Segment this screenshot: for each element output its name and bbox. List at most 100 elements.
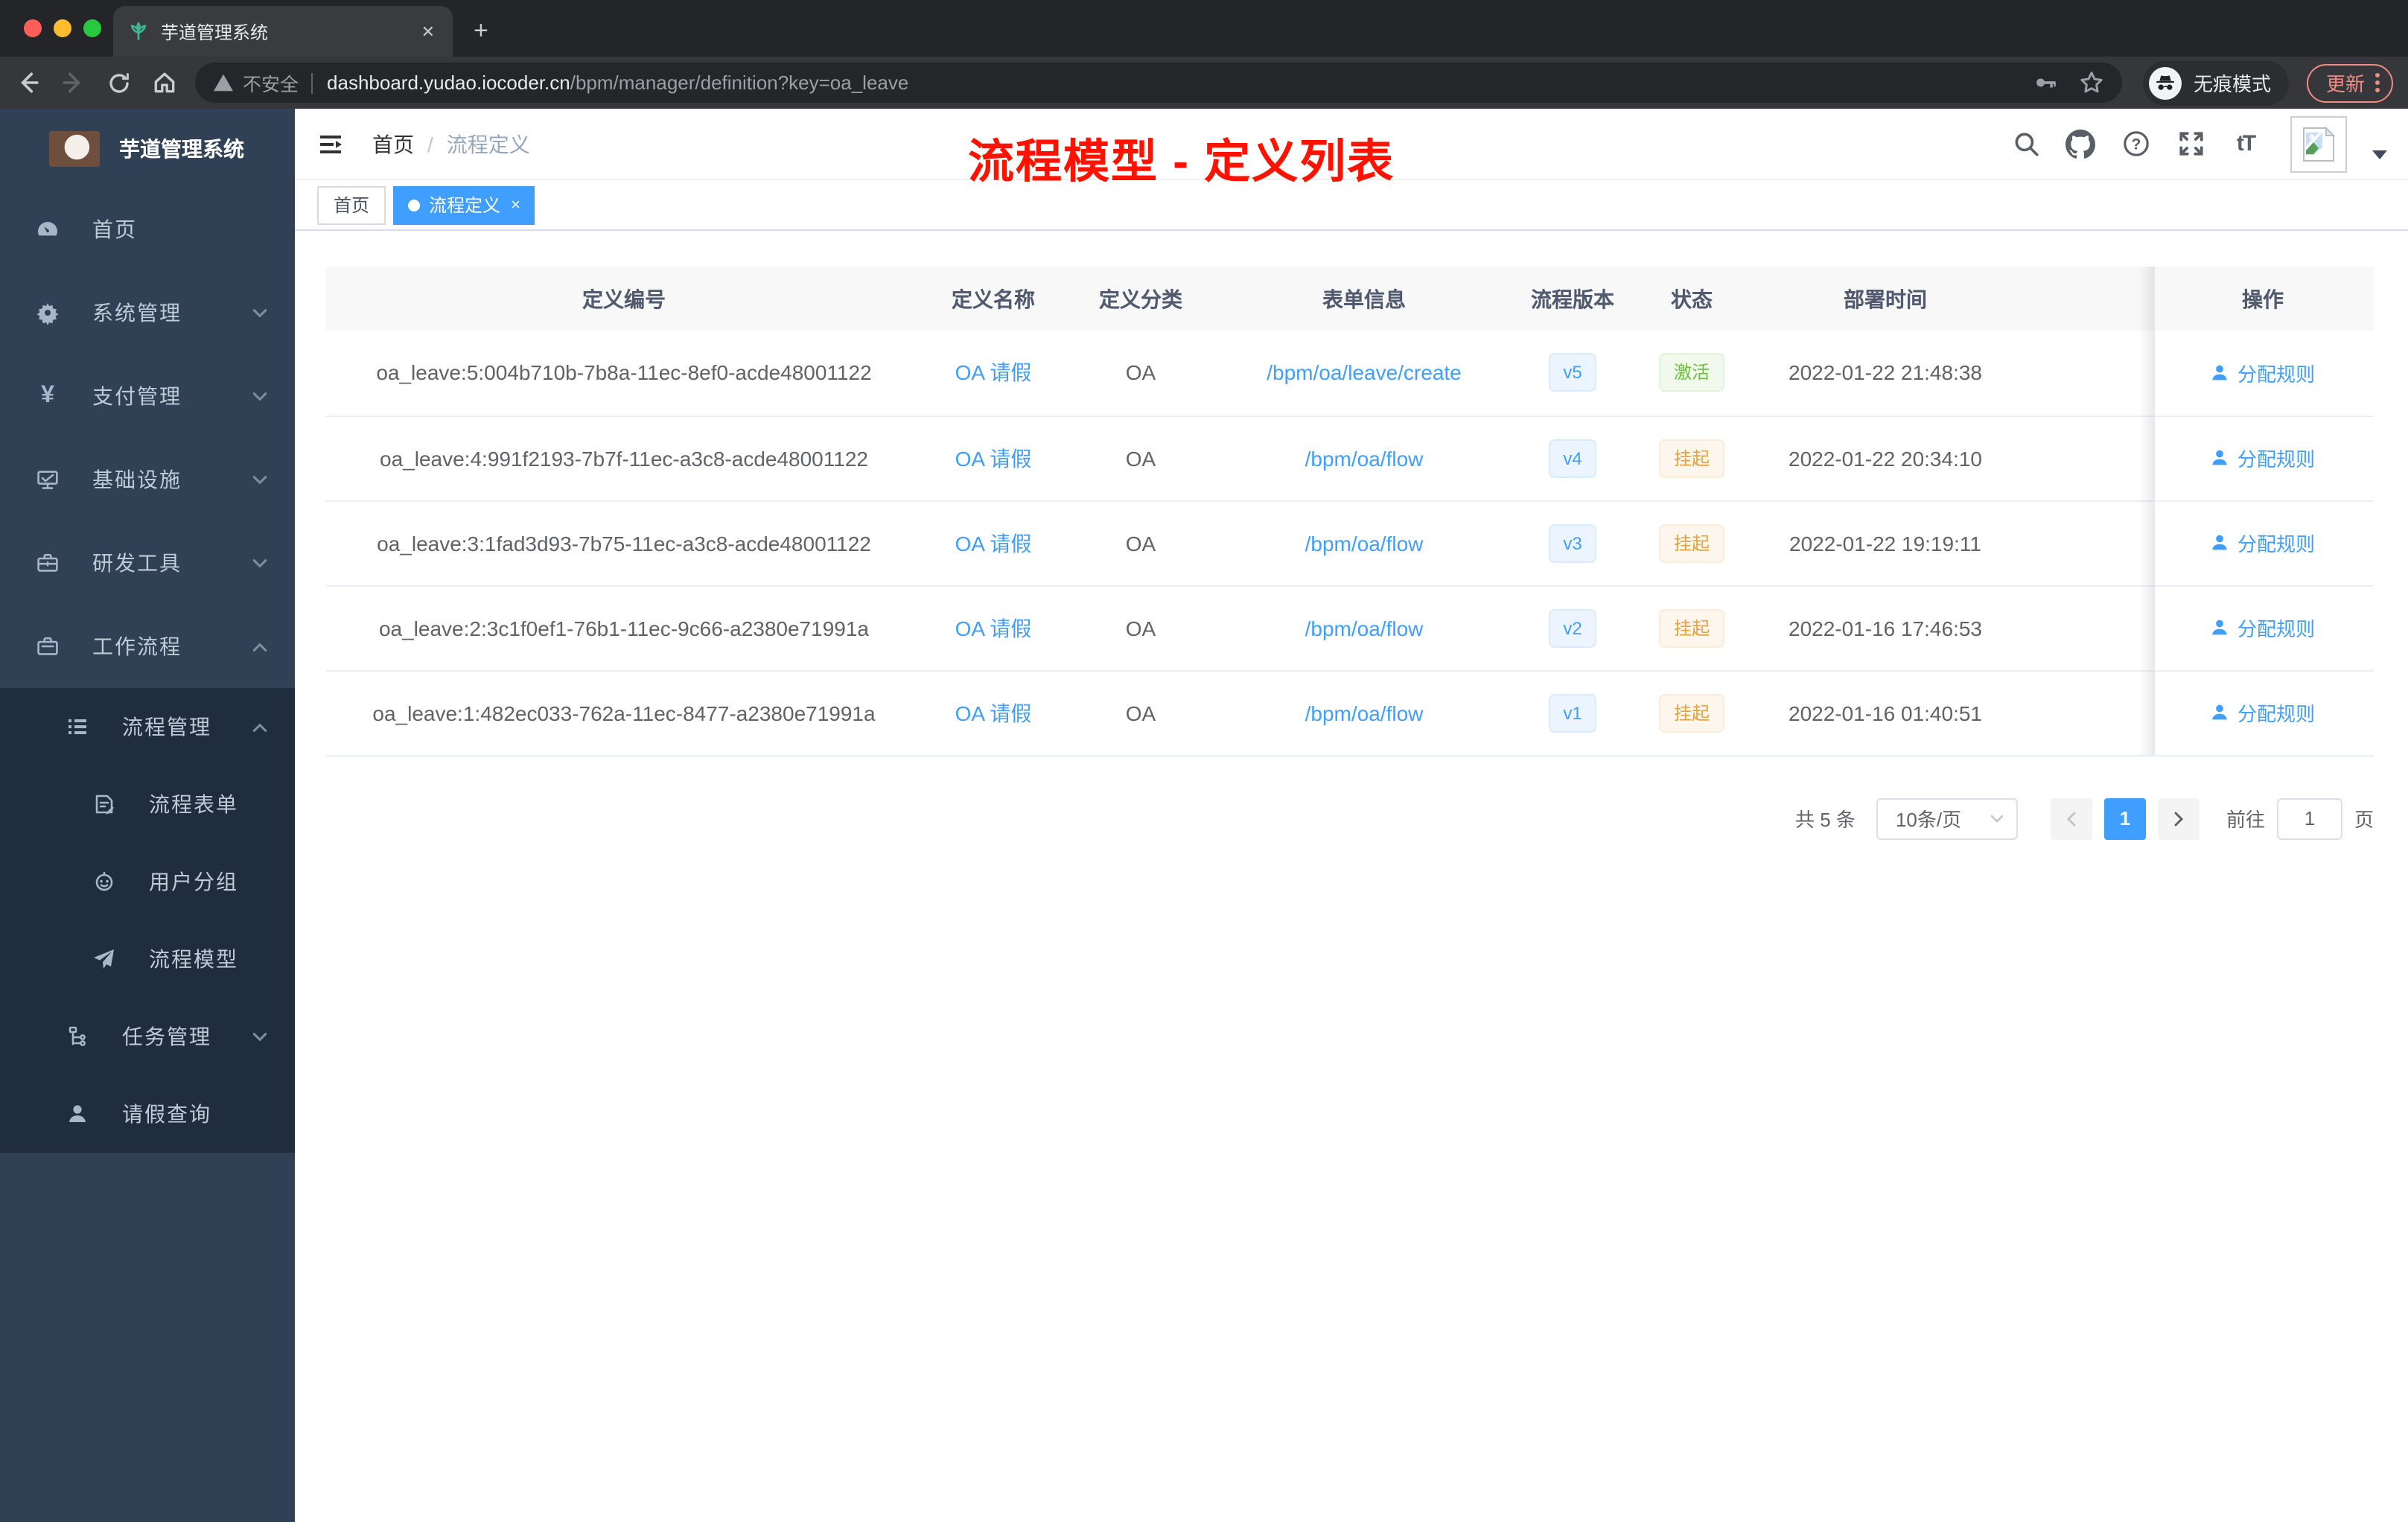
definition-id: oa_leave:1:482ec033-762a-11ec-8477-a2380… [326,670,922,756]
form-link[interactable]: /bpm/oa/flow [1305,531,1424,555]
assign-rule-link[interactable]: 分配规则 [2211,698,2315,727]
sidebar-item-system[interactable]: 系统管理 [0,271,295,354]
definition-name-link[interactable]: OA 请假 [955,531,1032,555]
deploy-time: 2022-01-16 17:46:53 [1750,585,2021,671]
definition-category: OA [1065,500,1217,586]
favicon-plant-icon [128,21,149,42]
fixed-column-divider [2153,267,2155,755]
bookmark-star-icon[interactable] [2079,70,2104,95]
toolbox-icon [36,551,60,575]
help-icon[interactable]: ? [2116,124,2155,163]
back-icon[interactable] [15,70,40,95]
column-header: 定义分类 [1065,267,1217,331]
robot-face-icon [92,870,116,894]
goto-page-input[interactable] [2276,797,2342,839]
zoom-window-button[interactable] [83,19,101,37]
page-size-select[interactable]: 10条/页 [1876,797,2018,839]
fullscreen-icon[interactable] [2171,124,2210,163]
definition-name-link[interactable]: OA 请假 [955,446,1032,470]
page-content: 定义编号 定义名称 定义分类 表单信息 流程版本 状态 部署时间 操作 oa_l… [295,231,2408,1522]
sidebar-item-leave-query[interactable]: 请假查询 [0,1075,295,1153]
assign-rule-link[interactable]: 分配规则 [2211,529,2315,557]
monitor-icon [36,468,60,491]
user-avatar[interactable] [2290,115,2347,172]
assign-rule-link[interactable]: 分配规则 [2211,359,2315,387]
sidebar-item-devtools[interactable]: 研发工具 [0,521,295,605]
tag-process-definition[interactable]: 流程定义 × [393,185,535,224]
user-icon [2213,535,2228,550]
sidebar-collapse-icon[interactable] [295,109,369,179]
new-tab-button[interactable]: + [474,16,488,46]
security-warning-icon[interactable] [213,73,234,92]
next-page-button[interactable] [2157,797,2200,839]
url-host: dashboard.yudao.iocoder.cn [327,71,570,94]
deploy-time: 2022-01-22 21:48:38 [1750,331,2021,416]
minimize-window-button[interactable] [54,19,71,37]
sidebar-item-workflow[interactable]: 工作流程 [0,605,295,688]
sidebar-item-label: 工作流程 [92,634,182,658]
sidebar-item-process-management[interactable]: 流程管理 [0,688,295,765]
home-icon[interactable] [152,70,177,95]
kebab-menu-icon[interactable] [2375,73,2380,92]
deploy-time: 2022-01-22 19:19:11 [1750,500,2021,586]
form-link[interactable]: /bpm/oa/flow [1305,701,1424,725]
form-link[interactable]: /bpm/oa/flow [1305,446,1424,470]
url-text[interactable]: dashboard.yudao.iocoder.cn/bpm/manager/d… [327,71,2033,94]
tag-close-icon[interactable]: × [511,196,520,214]
app-logo-row[interactable]: 芋道管理系统 [0,109,295,188]
breadcrumb-current: 流程定义 [446,132,530,156]
password-key-icon[interactable] [2033,70,2058,95]
table-row: oa_leave:4:991f2193-7b7f-11ec-a3c8-acde4… [326,415,2374,501]
browser-chrome: 芋道管理系统 ✕ + 不安全 dashboard.yudao.iocoder.c… [0,0,2408,109]
security-warning-label[interactable]: 不安全 [243,69,299,97]
spacer-cell [2021,500,2152,586]
definition-name-link[interactable]: OA 请假 [955,616,1032,640]
chrome-update-button[interactable]: 更新 [2306,63,2393,102]
sidebar-item-task-management[interactable]: 任务管理 [0,998,295,1075]
sidebar-item-label: 任务管理 [122,1025,211,1048]
column-header: 状态 [1634,267,1750,331]
status-badge: 挂起 [1658,608,1724,647]
assign-rule-link[interactable]: 分配规则 [2211,444,2315,472]
fixed-column-shadow [2138,267,2153,755]
close-window-button[interactable] [24,19,42,37]
form-link[interactable]: /bpm/oa/leave/create [1267,361,1462,385]
forward-icon[interactable] [61,70,86,95]
page-number-button[interactable]: 1 [2103,797,2146,839]
definition-table: 定义编号 定义名称 定义分类 表单信息 流程版本 状态 部署时间 操作 oa_l… [326,267,2374,756]
definition-id: oa_leave:4:991f2193-7b7f-11ec-a3c8-acde4… [326,415,922,501]
reload-icon[interactable] [107,71,131,95]
tab-strip: 芋道管理系统 ✕ + [0,0,2408,57]
sidebar-item-payment[interactable]: ¥ 支付管理 [0,354,295,438]
sidebar-item-home[interactable]: 首页 [0,188,295,271]
sidebar-item-process-form[interactable]: 流程表单 [0,765,295,843]
sidebar-item-user-group[interactable]: 用户分组 [0,843,295,920]
form-link[interactable]: /bpm/oa/flow [1305,616,1424,640]
document-edit-icon [92,792,116,816]
tab-close-icon[interactable]: ✕ [418,22,438,41]
sidebar-item-label: 流程表单 [149,792,238,816]
tag-label: 流程定义 [429,195,501,216]
sidebar-item-process-model[interactable]: 流程模型 [0,920,295,998]
address-bar[interactable]: 不安全 dashboard.yudao.iocoder.cn/bpm/manag… [195,63,2122,103]
status-badge: 挂起 [1658,693,1724,732]
breadcrumb-home[interactable]: 首页 [372,129,414,159]
sidebar-item-label: 流程模型 [149,947,238,971]
prev-page-button[interactable] [2050,797,2092,839]
tag-home[interactable]: 首页 [317,185,386,224]
search-icon[interactable] [2006,124,2045,163]
avatar-dropdown-caret[interactable] [2372,150,2387,159]
column-header: 定义编号 [326,267,922,331]
assign-rule-link[interactable]: 分配规则 [2211,614,2315,642]
sidebar-item-infrastructure[interactable]: 基础设施 [0,438,295,521]
user-icon [2213,704,2228,720]
definition-name-link[interactable]: OA 请假 [955,701,1032,725]
sidebar-item-label: 系统管理 [92,301,182,325]
font-size-icon[interactable]: tT [2226,124,2265,163]
definition-category: OA [1065,331,1217,416]
browser-tab[interactable]: 芋道管理系统 ✕ [113,6,453,57]
definition-name-link[interactable]: OA 请假 [955,361,1032,385]
window-controls[interactable] [24,19,101,37]
chevron-down-icon [252,555,268,572]
github-icon[interactable] [2061,124,2100,163]
